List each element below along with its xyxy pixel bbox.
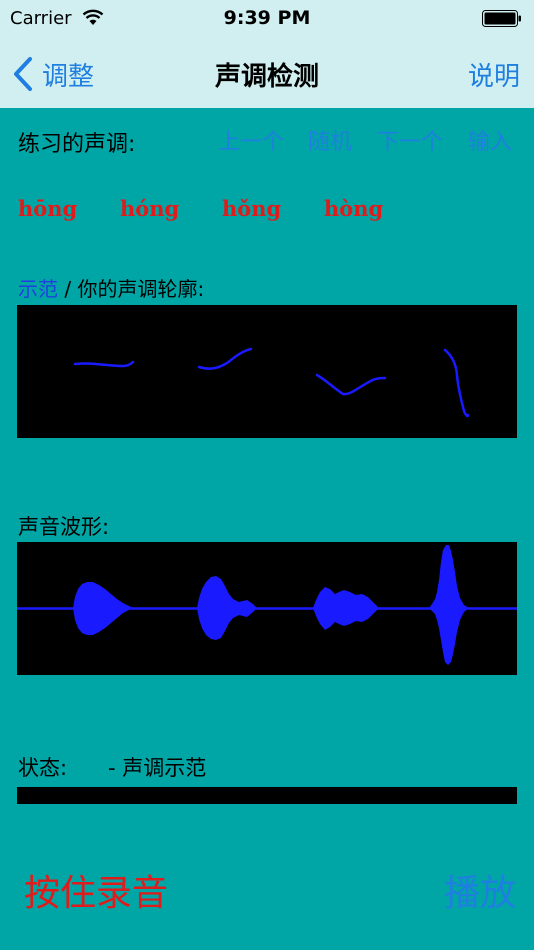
waveform-plot — [17, 545, 517, 665]
contour-trace-tone-3 — [315, 373, 387, 396]
contour-trace-tone-4 — [443, 348, 470, 418]
battery-icon — [482, 10, 521, 27]
help-button[interactable]: 说明 — [468, 56, 520, 93]
tone-contour-panel — [17, 305, 517, 438]
contour-trace-tone-1 — [73, 360, 135, 368]
navigation-bar: 调整 声调检测 说明 — [0, 40, 534, 108]
status-progress-bar — [17, 787, 517, 804]
contour-label: 示范 / 你的声调轮廓: — [18, 273, 204, 302]
previous-button[interactable]: 上一个 — [218, 124, 284, 156]
status-bar: Carrier 9:39 PM — [0, 0, 534, 40]
status-label: 状态: — [18, 756, 68, 780]
syllable-tone-3[interactable]: hǒng — [222, 196, 281, 221]
waveform-burst-1 — [73, 582, 133, 635]
syllable-tone-2[interactable]: hóng — [120, 196, 179, 221]
hold-to-record-button[interactable]: 按住录音 — [24, 864, 168, 916]
waveform-burst-3 — [313, 587, 379, 630]
contour-trace-tone-2 — [197, 347, 253, 370]
practice-tone-label: 练习的声调: — [18, 132, 136, 157]
syllable-tone-4[interactable]: hòng — [324, 196, 383, 221]
next-button[interactable]: 下一个 — [377, 124, 443, 156]
status-value: - 声调示范 — [108, 756, 207, 780]
input-button[interactable]: 输入 — [468, 124, 512, 156]
tone-contour-plot — [73, 347, 470, 418]
clock: 9:39 PM — [223, 7, 311, 29]
random-button[interactable]: 随机 — [308, 124, 352, 156]
waveform-burst-4 — [429, 545, 469, 665]
syllable-tone-1[interactable]: hōng — [18, 196, 77, 221]
demo-label: 示范 — [18, 277, 58, 301]
waveform-label: 声音波形: — [18, 515, 110, 539]
page-title: 声调检测 — [214, 62, 319, 92]
user-contour-label: 你的声调轮廓: — [77, 277, 205, 301]
waveform-panel — [17, 542, 517, 675]
play-button[interactable]: 播放 — [444, 864, 516, 916]
waveform-burst-2 — [197, 576, 257, 640]
contour-separator: / — [58, 277, 78, 301]
